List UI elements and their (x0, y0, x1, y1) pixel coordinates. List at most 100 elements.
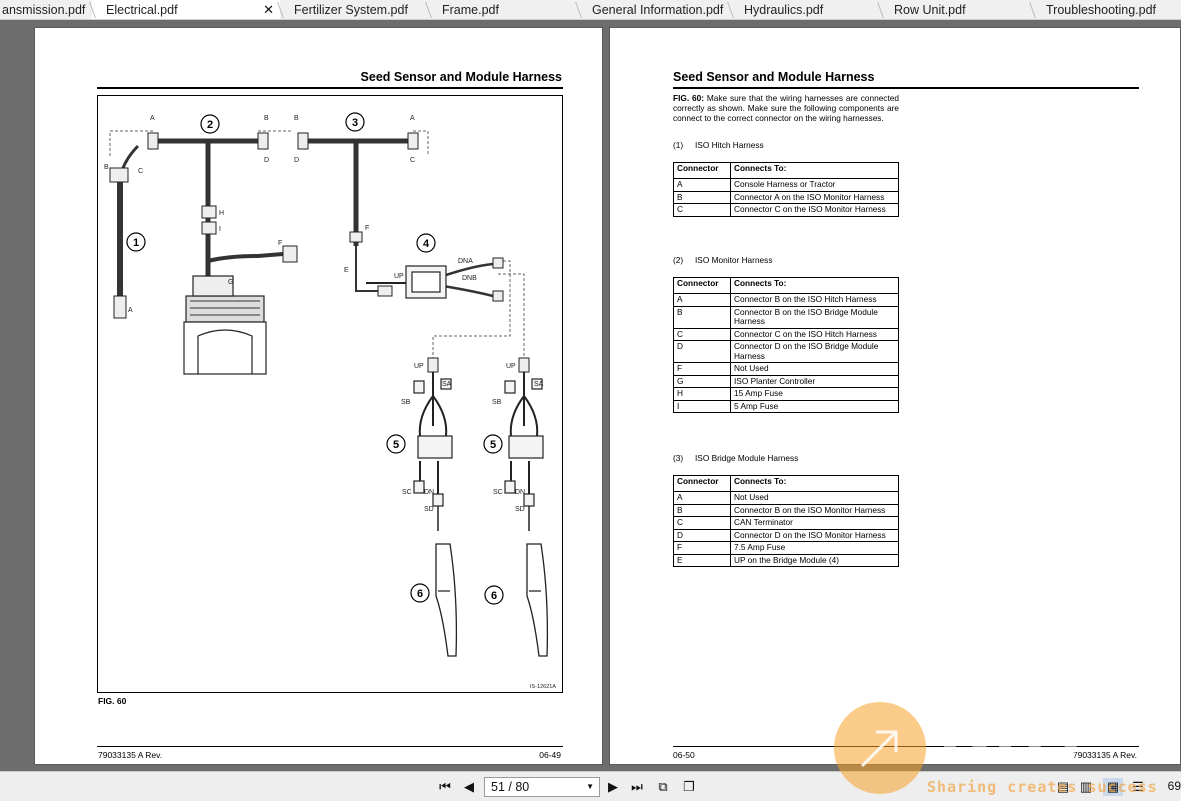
table-row: A Not Used (673, 491, 899, 505)
table-iso-hitch-harness: Connector Connects To: A Console Harness o… (673, 162, 899, 217)
table-row: D Connector D on the ISO Bridge Module Ha… (673, 340, 899, 363)
wiring-diagram-svg: 1 2 3 4 5 5 6 6 A B C A B D B D A C H I … (104, 112, 556, 690)
callout-3: 3 (352, 117, 358, 129)
figure-label: FIG. 60 (98, 696, 127, 706)
table-row: D Connector D on the ISO Monitor Harness (673, 528, 899, 542)
footer-page-number: 06-49 (539, 750, 561, 760)
table-row: A Console Harness or Tractor (673, 178, 899, 192)
table-row: E UP on the Bridge Module (4) (673, 553, 899, 567)
rotate-icon[interactable]: ❐ (680, 778, 698, 796)
table-iso-monitor-harness: Connector Connects To: A Connector B on th… (673, 277, 899, 413)
tab-general-information[interactable]: General Information.pdf (575, 0, 730, 19)
label-e: E (344, 267, 349, 274)
wiring-diagram: 1 2 3 4 5 5 6 6 A B C A B D B D A C H I … (97, 95, 563, 693)
label-sb-right: SB (492, 399, 502, 406)
callout-5-left: 5 (393, 439, 399, 451)
footer-page-number: 06-50 (673, 750, 695, 760)
label-sc-left: SC (402, 489, 412, 496)
next-page-icon[interactable]: ▶ (605, 778, 621, 796)
label-sa-left: SA (442, 381, 452, 388)
label-h: H (219, 210, 224, 217)
label-c3: C (410, 157, 415, 164)
tab-row-unit[interactable]: Row Unit.pdf (877, 0, 1032, 19)
tab-electrical[interactable]: Electrical.pdf ✕ (89, 0, 280, 19)
first-page-icon[interactable]: ⏮ (436, 778, 454, 796)
label-dn-left: DN (424, 489, 434, 496)
label-up-left: UP (414, 363, 424, 370)
label-a3: A (410, 115, 415, 122)
watermark-tagline: Sharing creates success (927, 778, 1158, 796)
tab-hydraulics[interactable]: Hydraulics.pdf (727, 0, 880, 19)
callout-2: 2 (207, 119, 213, 131)
label-g: G (228, 279, 233, 286)
arrow-icon (860, 730, 898, 768)
previous-page-icon[interactable]: ◀ (461, 778, 477, 796)
table-row: C Connector C on the ISO Hitch Harness (673, 327, 899, 341)
document-viewer[interactable]: Seed Sensor and Module Harness 1 2 3 4 5… (0, 20, 1181, 771)
page-right: Seed Sensor and Module Harness FIG. 60: … (609, 27, 1181, 765)
label-b3: B (294, 115, 299, 122)
title-rule (673, 87, 1139, 89)
title-rule (97, 87, 563, 89)
callout-1: 1 (133, 237, 139, 249)
section-heading-2: (2) ISO Monitor Harness (673, 255, 773, 265)
label-c1: C (138, 168, 143, 175)
table-row: B Connector B on the ISO Bridge Module Ha… (673, 305, 899, 329)
close-icon[interactable]: ✕ (263, 0, 274, 19)
table-iso-bridge-module-harness: Connector Connects To: A Not Used B Connect… (673, 475, 899, 567)
footer-doc-number: 79033135 A Rev. (98, 750, 163, 760)
label-d3: D (294, 157, 299, 164)
label-sd-right: SD (515, 506, 525, 513)
label-b1: B (104, 164, 109, 171)
label-sb-left: SB (401, 399, 411, 406)
tab-frame[interactable]: Frame.pdf (425, 0, 578, 19)
callout-5-right: 5 (490, 439, 496, 451)
label-up: UP (394, 273, 404, 280)
callout-4: 4 (423, 238, 430, 250)
table-row: B Connector B on the ISO Monitor Harness (673, 503, 899, 517)
table-row: C CAN Terminator (673, 516, 899, 530)
page-title: Seed Sensor and Module Harness (360, 70, 562, 84)
tab-fertilizer-system[interactable]: Fertilizer System.pdf (277, 0, 428, 19)
label-f1: F (278, 240, 282, 247)
table-row: F Not Used (673, 362, 899, 376)
last-page-icon[interactable]: ⏭ (628, 778, 646, 796)
label-up-right: UP (506, 363, 516, 370)
label-sd-left: SD (424, 506, 434, 513)
fit-page-icon[interactable]: ⧉ (654, 778, 672, 796)
section-heading-1: (1) ISO Hitch Harness (673, 140, 764, 150)
label-d2: D (264, 157, 269, 164)
tab-transmission[interactable]: ansmission.pdf (0, 0, 92, 19)
label-a2: A (128, 307, 133, 314)
section-heading-3: (3) ISO Bridge Module Harness (673, 453, 799, 463)
label-dna: DNA (458, 258, 473, 265)
table-row: I5 Amp Fuse (673, 399, 899, 413)
tab-troubleshooting[interactable]: Troubleshooting.pdf (1029, 0, 1181, 19)
callout-6-right: 6 (491, 590, 497, 602)
table-row: F 7.5 Amp Fuse (673, 541, 899, 555)
table-row: C Connector C on the ISO Monitor Harness (673, 203, 899, 217)
table-row: H 15 Amp Fuse (673, 387, 899, 401)
label-sa-right: SA (534, 381, 544, 388)
label-sc-right: SC (493, 489, 503, 496)
label-i: I (219, 226, 221, 233)
watermark-logo-text: DHT (940, 702, 1097, 776)
page-left: Seed Sensor and Module Harness 1 2 3 4 5… (34, 27, 603, 765)
figure-id: IS-12621A (530, 684, 556, 690)
label-a1: A (150, 115, 155, 122)
chevron-down-icon[interactable]: ▼ (586, 778, 594, 796)
table-row: B Connector A on the ISO Monitor Harness (673, 190, 899, 204)
tab-bar: ansmission.pdf Electrical.pdf ✕ Fertilize… (0, 0, 1181, 20)
table-row: A Connector B on the ISO Hitch Harness (673, 293, 899, 307)
label-f2: F (365, 225, 369, 232)
watermark: DHT Sharing creates success (832, 700, 1181, 801)
page-number-input[interactable]: 51 / 80 ▼ (484, 777, 600, 797)
footer-rule (97, 746, 563, 747)
table-row: G ISO Planter Controller (673, 374, 899, 388)
label-dn-right: DN (515, 489, 525, 496)
label-dnb: DNB (462, 275, 477, 282)
instructions-paragraph: FIG. 60: Make sure that the wiring harne… (673, 93, 899, 123)
page-title: Seed Sensor and Module Harness (673, 70, 875, 84)
label-b2: B (264, 115, 269, 122)
callout-6-left: 6 (417, 588, 423, 600)
